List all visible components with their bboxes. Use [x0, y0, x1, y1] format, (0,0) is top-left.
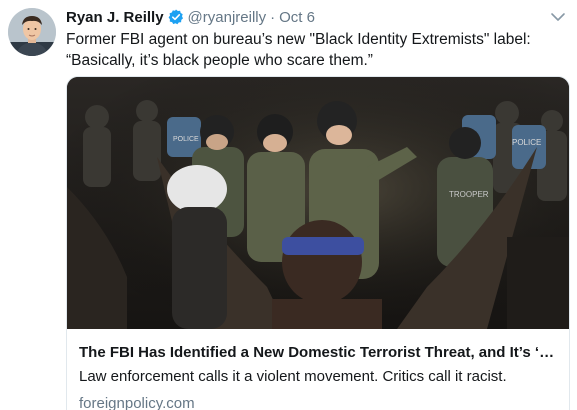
- police-label-right: POLICE: [512, 138, 541, 147]
- author-avatar[interactable]: [8, 8, 56, 56]
- author-name[interactable]: Ryan J. Reilly: [66, 9, 164, 26]
- tweet-timestamp[interactable]: Oct 6: [279, 9, 315, 26]
- chevron-down-icon[interactable]: [549, 9, 567, 25]
- card-image[interactable]: TROOPER POLICE POLICE: [67, 77, 569, 329]
- card-body[interactable]: The FBI Has Identified a New Domestic Te…: [67, 329, 569, 410]
- link-card[interactable]: TROOPER POLICE POLICE The FBI Has Identi…: [66, 76, 570, 410]
- trooper-label: TROOPER: [449, 190, 489, 199]
- separator-dot: ·: [270, 8, 276, 26]
- police-label-left: POLICE: [173, 136, 199, 143]
- tweet-header: Ryan J. Reilly @ryanjreilly · Oct 6: [66, 7, 567, 27]
- tweet-text: Former FBI agent on bureau’s new "Black …: [66, 31, 531, 69]
- card-description: Law enforcement calls it a violent movem…: [79, 368, 507, 385]
- verified-badge-icon: [168, 9, 184, 25]
- author-handle[interactable]: @ryanjreilly: [188, 9, 267, 26]
- card-domain[interactable]: foreignpolicy.com: [79, 394, 559, 410]
- tweet[interactable]: Ryan J. Reilly @ryanjreilly · Oct 6 Form…: [0, 0, 577, 410]
- card-title[interactable]: The FBI Has Identified a New Domestic Te…: [79, 343, 559, 363]
